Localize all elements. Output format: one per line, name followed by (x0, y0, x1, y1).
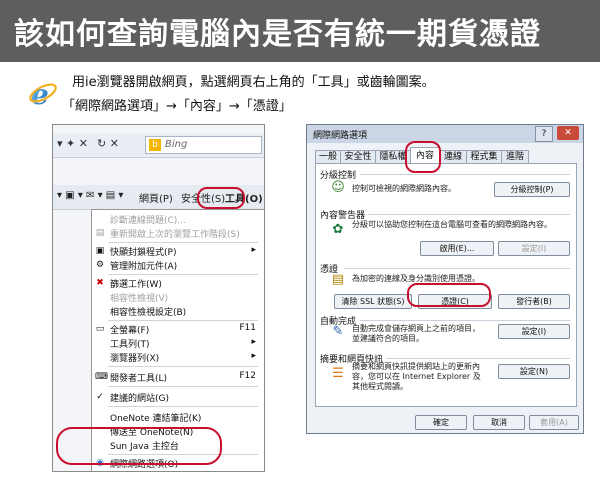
clear-ssl-button[interactable]: 清除 SSL 狀態(S) (334, 294, 412, 309)
menu-item-compat-settings[interactable]: 相容性檢視設定(B) (92, 304, 264, 318)
parental-controls-button[interactable]: 分級控制(P) (494, 182, 570, 197)
ie-tools-menu-screenshot: ▾ ✦ ✕ ↻ ✕ b Bing ▾ ▣ ▾ ✉ ▾ ▤ ▾ 網頁(P) 安全性(… (52, 124, 265, 472)
certificate-icon: ▤ (331, 272, 345, 287)
popup-blocker-icon: ▣ (95, 246, 105, 256)
menu-item-dev-tools[interactable]: ⌨ 開發者工具(L) F12 (92, 370, 264, 384)
internet-options-highlight-oval (56, 427, 222, 465)
reopen-icon: ▤ (95, 228, 105, 238)
parental-controls-text: 控制可檢視的網際網路內容。 (352, 184, 456, 193)
search-box[interactable]: b Bing (145, 136, 262, 154)
certificates-button-highlight-oval (407, 283, 491, 307)
slide-title: 該如何查詢電腦內是否有統一期貨憑證 (14, 17, 541, 52)
dialog-title-bar: 網際網路選項 ? ✕ (307, 125, 583, 143)
internet-options-dialog: 網際網路選項 ? ✕ 一般 安全性 隱私權 內容 連線 程式集 進階 分級控制 … (306, 124, 584, 434)
rss-icon[interactable]: ▾ ▣ ▾ ✉ ▾ ▤ ▾ (57, 190, 123, 201)
menu-item-reopen-session[interactable]: ▤ 重新開啟上次的瀏覽工作階段(S) (92, 226, 264, 240)
instruction-line-2: 「網際網路選項」→「內容」→「憑證」 (62, 99, 292, 114)
content-advisor-icon: ✿ (332, 222, 344, 237)
menu-item-toolbars[interactable]: 工具列(T) ▸ (92, 336, 264, 350)
parental-controls-icon: ☺ (331, 180, 345, 195)
menu-item-filter[interactable]: ✖ 篩選工作(W) (92, 276, 264, 290)
instruction-line-1: 用ie瀏覽器開啟網頁，點選網頁右上角的「工具」或齒輪圖案。 (72, 75, 435, 90)
menu-item-onenote-link[interactable]: OneNote 連結筆記(K) (92, 410, 264, 424)
cancel-button[interactable]: 取消 (473, 415, 525, 430)
refresh-icon[interactable]: ↻ ✕ (97, 137, 119, 150)
menu-item-popup-blocker[interactable]: ▣ 快顯封鎖程式(P) ▸ (92, 244, 264, 258)
feeds-text: 摘要和網頁快訊提供網站上的更新內容，您可以在 Internet Explorer… (352, 362, 481, 391)
autocomplete-text: 自動完成會儲存網頁上之前的項目，並建議符合的項目。 (352, 324, 480, 343)
menu-item-diagnose[interactable]: 診斷連線問題(C)... (92, 212, 264, 226)
tab-security[interactable]: 安全性 (340, 150, 376, 164)
tab-general[interactable]: 一般 (315, 150, 341, 164)
check-icon: ✓ (96, 392, 104, 402)
help-button[interactable]: ? (535, 126, 553, 142)
internet-explorer-icon: e (29, 78, 57, 108)
address-bar-row: ▾ ✦ ✕ ↻ ✕ b Bing (53, 133, 264, 158)
tab-connections[interactable]: 連線 (439, 150, 467, 164)
publishers-button[interactable]: 發行者(B) (498, 294, 570, 309)
nav-buttons[interactable]: ▾ ✦ ✕ (57, 137, 88, 150)
menu-item-fullscreen[interactable]: ▭ 全螢幕(F) F11 (92, 322, 264, 336)
dialog-title: 網際網路選項 (313, 131, 368, 141)
page-menu-button[interactable]: 網頁(P) (139, 190, 173, 205)
close-button[interactable]: ✕ (557, 126, 579, 140)
filter-icon: ✖ (96, 278, 104, 288)
fullscreen-icon: ▭ (95, 324, 105, 334)
dialog-footer: 確定 取消 套用(A) (307, 411, 583, 433)
menu-item-compat-view[interactable]: 相容性檢視(V) (92, 290, 264, 304)
menu-item-manage-addons[interactable]: ⚙ 管理附加元件(A) (92, 258, 264, 272)
addons-icon: ⚙ (95, 260, 105, 270)
apply-button[interactable]: 套用(A) (529, 415, 579, 430)
menu-item-suggested-sites[interactable]: ✓ 建議的網站(G) (92, 390, 264, 404)
tab-programs[interactable]: 程式集 (466, 150, 502, 164)
menu-item-explorer-bars[interactable]: 瀏覽器列(X) ▸ (92, 350, 264, 364)
feeds-settings-button[interactable]: 設定(N) (498, 364, 570, 379)
feeds-icon: ☰ (332, 366, 344, 381)
bing-icon: b (149, 139, 161, 151)
enable-advisor-button[interactable]: 啟用(E)... (420, 241, 494, 256)
autocomplete-settings-button[interactable]: 設定(I) (498, 324, 570, 339)
content-advisor-text: 分級可以協助您控制在這台電腦可查看的網際網路內容。 (352, 220, 552, 229)
tools-highlight-oval (197, 187, 245, 209)
dev-tools-icon: ⌨ (95, 372, 108, 382)
autocomplete-icon: ✎ (332, 324, 344, 339)
content-tab-highlight-oval (405, 141, 441, 173)
slide-title-bar: 該如何查詢電腦內是否有統一期貨憑證 (0, 0, 600, 62)
ok-button[interactable]: 確定 (415, 415, 467, 430)
advisor-settings-button[interactable]: 設定(I) (498, 241, 570, 256)
tab-advanced[interactable]: 進階 (501, 150, 529, 164)
